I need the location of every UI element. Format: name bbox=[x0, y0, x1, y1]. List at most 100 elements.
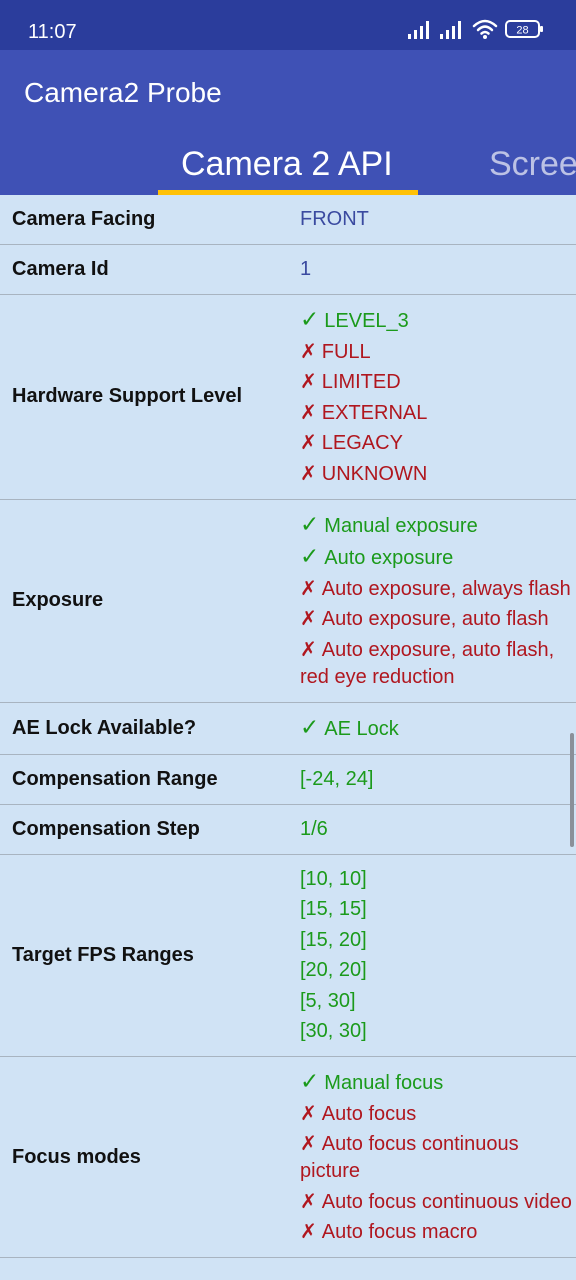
status-bar: 11:07 28 bbox=[0, 0, 576, 50]
property-value-text: 1/6 bbox=[300, 817, 328, 840]
property-label: Camera Facing bbox=[12, 208, 156, 230]
property-value-text: LEGACY bbox=[321, 432, 403, 454]
property-value: ✓ Auto exposure bbox=[300, 543, 576, 572]
cross-icon: ✗ bbox=[300, 371, 317, 393]
property-value-text: FULL bbox=[321, 340, 371, 363]
signal-icon bbox=[407, 18, 433, 45]
property-values: [-24, 24] bbox=[300, 755, 576, 804]
property-value: ✓ LEVEL_3 bbox=[300, 306, 576, 335]
app-bar: Camera2 Probe bbox=[0, 50, 576, 132]
property-value: ✗ LIMITED bbox=[300, 369, 576, 396]
property-row: Target FPS Ranges [10, 10] [15, 15] [15, 20… bbox=[0, 855, 576, 1057]
scrollbar-thumb[interactable] bbox=[570, 733, 574, 847]
property-row: Camera Id 1 bbox=[0, 245, 576, 295]
tab-bar: Camera 2 API Scree bbox=[0, 132, 576, 195]
property-value-text: 1 bbox=[300, 258, 312, 280]
property-row: Compensation Range [-24, 24] bbox=[0, 755, 576, 805]
app-title: Camera2 Probe bbox=[24, 77, 222, 108]
property-value: ✗ Auto focus macro bbox=[300, 1219, 576, 1246]
cross-icon: ✗ bbox=[300, 577, 317, 600]
property-row: AE Lock Available? ✓ AE Lock bbox=[0, 703, 576, 755]
property-value-text: Auto exposure bbox=[324, 547, 454, 569]
property-value: [15, 20] bbox=[300, 927, 576, 954]
property-value: 1/6 bbox=[300, 816, 576, 843]
property-row: Camera Facing FRONT bbox=[0, 195, 576, 245]
property-row: Exposure ✓ Manual exposure ✓ Auto exposure ✗ A… bbox=[0, 500, 576, 703]
cross-icon: ✗ bbox=[300, 1102, 317, 1125]
property-value: ✓ Manual exposure bbox=[300, 511, 576, 540]
property-value: [-24, 24] bbox=[300, 766, 576, 793]
property-value: [5, 30] bbox=[300, 988, 576, 1015]
property-value: ✗ Auto exposure, auto flash, red eye redu… bbox=[300, 637, 576, 691]
cross-icon: ✗ bbox=[300, 401, 317, 424]
property-value: ✓ Manual focus bbox=[300, 1068, 576, 1097]
property-value-text: FRONT bbox=[300, 208, 369, 230]
property-value-text: LIMITED bbox=[321, 371, 401, 393]
property-value: [15, 15] bbox=[300, 896, 576, 923]
property-values: [10, 10] [15, 15] [15, 20] [20, 20] [5, 30] [… bbox=[300, 855, 576, 1057]
property-value: FRONT bbox=[300, 206, 576, 233]
property-value-text: [20, 20] bbox=[300, 959, 367, 981]
property-label: Camera Id bbox=[12, 258, 109, 280]
property-value-text: [5, 30] bbox=[300, 989, 356, 1012]
status-time: 11:07 bbox=[28, 21, 77, 43]
property-value: ✗ Auto focus continuous video bbox=[300, 1189, 576, 1216]
property-value: 1 bbox=[300, 256, 576, 283]
property-value-text: Auto focus continuous picture bbox=[300, 1133, 519, 1182]
property-value-text: Auto focus bbox=[321, 1102, 417, 1125]
check-icon: ✓ bbox=[300, 510, 320, 537]
property-values: ✓ AE Lock bbox=[300, 703, 576, 754]
check-icon: ✓ bbox=[300, 306, 320, 332]
property-value-text: LEVEL_3 bbox=[324, 310, 409, 332]
signal-icon bbox=[439, 18, 465, 45]
property-value-text: UNKNOWN bbox=[321, 462, 428, 485]
property-label: Compensation Range bbox=[12, 767, 218, 790]
property-value: ✓ AE Lock bbox=[300, 714, 576, 743]
cross-icon: ✗ bbox=[300, 1190, 317, 1213]
property-label: Exposure bbox=[12, 589, 104, 611]
property-row: Focus modes ✓ Manual focus ✗ Auto focus ✗ Auto… bbox=[0, 1057, 576, 1258]
check-icon: ✓ bbox=[300, 543, 320, 569]
property-label: Focus modes bbox=[12, 1145, 141, 1168]
property-row: Compensation Step 1/6 bbox=[0, 805, 576, 855]
property-value: ✗ LEGACY bbox=[300, 430, 576, 457]
property-values: 1 bbox=[300, 245, 576, 294]
property-value: ✗ Auto exposure, always flash bbox=[300, 576, 576, 603]
property-value-text: EXTERNAL bbox=[321, 401, 428, 424]
property-value: ✗ UNKNOWN bbox=[300, 461, 576, 488]
cross-icon: ✗ bbox=[300, 462, 317, 485]
battery-level: 28 bbox=[516, 25, 528, 37]
property-value: ✗ Auto exposure, auto flash bbox=[300, 606, 576, 633]
wifi-icon bbox=[471, 18, 499, 45]
check-icon: ✓ bbox=[300, 713, 320, 740]
property-label: AE Lock Available? bbox=[12, 716, 197, 739]
property-values: 1/6 bbox=[300, 805, 576, 854]
property-value-text: AE Lock bbox=[324, 717, 399, 740]
property-value-text: Auto exposure, auto flash bbox=[321, 608, 549, 630]
property-value-text: [30, 30] bbox=[300, 1020, 367, 1042]
property-value: ✗ Auto focus bbox=[300, 1101, 576, 1128]
properties-list[interactable]: Camera Facing FRONT Camera Id 1 Hardware Sup… bbox=[0, 195, 576, 1280]
property-label: Target FPS Ranges bbox=[12, 943, 194, 966]
property-value-text: [15, 20] bbox=[300, 928, 367, 951]
property-value: [20, 20] bbox=[300, 957, 576, 984]
property-row: Hardware Support Level ✓ LEVEL_3 ✗ FULL ✗ LIMI… bbox=[0, 295, 576, 500]
cross-icon: ✗ bbox=[300, 1221, 317, 1243]
battery-icon: 28 bbox=[505, 18, 545, 45]
tab-screen[interactable]: Scree bbox=[489, 144, 576, 184]
property-values: ✓ Manual exposure ✓ Auto exposure ✗ Auto expo… bbox=[300, 500, 576, 702]
property-value-text: Manual focus bbox=[324, 1072, 444, 1094]
property-value-text: Auto focus continuous video bbox=[321, 1190, 572, 1213]
property-value-text: Auto exposure, auto flash, red eye reduc… bbox=[300, 638, 555, 688]
property-value-text: [10, 10] bbox=[300, 867, 367, 890]
property-label: Hardware Support Level bbox=[12, 385, 243, 408]
property-value-text: [-24, 24] bbox=[300, 767, 374, 790]
property-values: FRONT bbox=[300, 195, 576, 244]
property-value: [10, 10] bbox=[300, 866, 576, 893]
property-value: ✗ FULL bbox=[300, 339, 576, 366]
property-label: Compensation Step bbox=[12, 817, 200, 840]
cross-icon: ✗ bbox=[300, 1133, 317, 1155]
property-value: [30, 30] bbox=[300, 1018, 576, 1045]
property-value-text: Manual exposure bbox=[324, 514, 478, 537]
tab-camera-2-api[interactable]: Camera 2 API bbox=[181, 144, 393, 184]
